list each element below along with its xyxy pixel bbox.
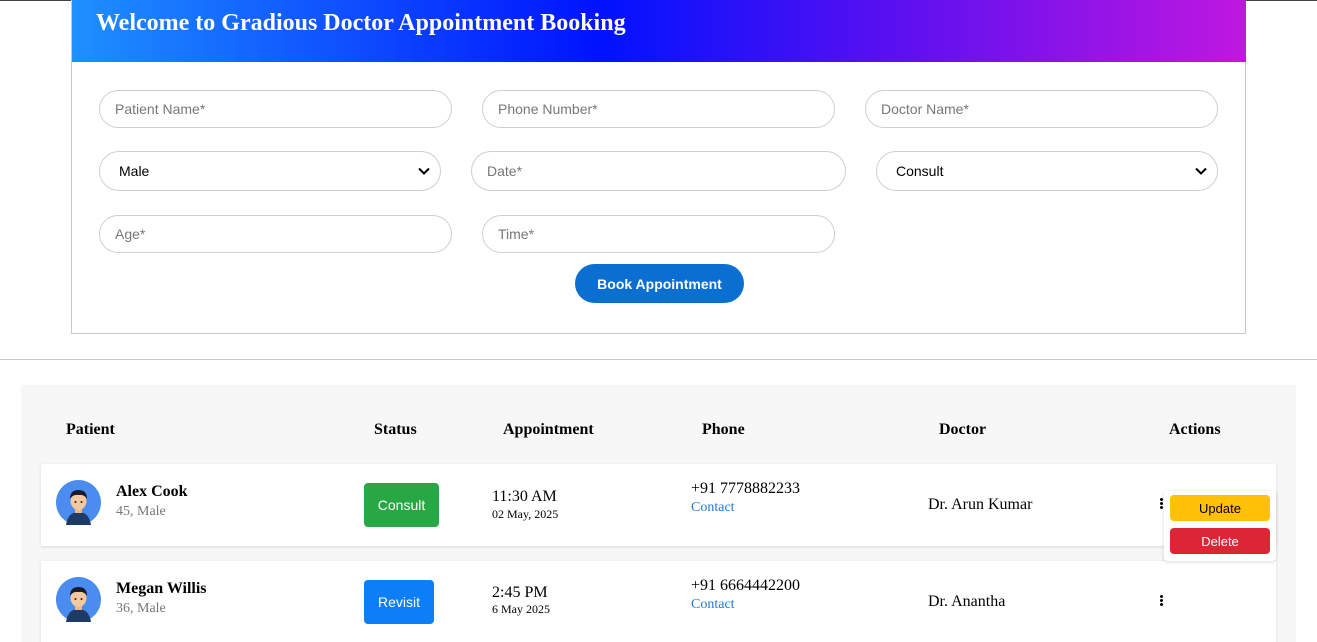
header-status: Status [374,421,417,438]
doctor-name: Dr. Anantha [928,593,1006,610]
user-avatar-icon [56,480,101,525]
appointments-table: Patient Status Appointment Phone Doctor … [21,385,1296,642]
actions-dropdown: Update Delete [1164,491,1276,561]
status-badge[interactable]: Revisit [364,580,434,624]
patient-meta: 36, Male [116,601,166,616]
gender-value: Male [119,163,150,179]
contact-link[interactable]: Contact [691,597,735,613]
delete-button[interactable]: Delete [1170,528,1270,554]
header-doctor: Doctor [939,421,987,438]
appointment-type-value: Consult [896,163,944,179]
date-input[interactable]: Date* [471,151,846,191]
contact-link[interactable]: Contact [691,500,735,516]
update-button[interactable]: Update [1170,495,1270,521]
chevron-down-icon [1195,167,1207,175]
book-appointment-button[interactable]: Book Appointment [575,264,744,303]
patient-name: Alex Cook [116,483,188,500]
appointment-time: 11:30 AM [492,488,557,505]
doctor-name: Dr. Arun Kumar [928,496,1033,513]
table-row: Megan Willis 36, Male Revisit 2:45 PM 6 … [41,561,1276,642]
patient-name: Megan Willis [116,580,207,597]
kebab-menu-icon[interactable] [1156,594,1166,608]
doctor-name-placeholder: Doctor Name* [881,101,969,117]
appointment-type-select[interactable]: Consult [876,151,1218,191]
section-divider [0,359,1317,360]
phone-number-input[interactable]: Phone Number* [482,90,835,128]
phone-number-placeholder: Phone Number* [498,101,598,117]
doctor-name-input[interactable]: Doctor Name* [865,90,1218,128]
patient-name-input[interactable]: Patient Name* [99,90,452,128]
phone-number: +91 6664442200 [691,577,801,594]
header-phone: Phone [702,421,745,438]
time-input[interactable]: Time* [482,215,835,253]
patient-meta: 45, Male [116,504,166,519]
appointment-time: 2:45 PM [492,584,548,601]
user-avatar-icon [56,577,101,622]
status-badge[interactable]: Consult [364,483,439,527]
chevron-down-icon [418,167,430,175]
header-actions: Actions [1169,421,1221,438]
gender-select[interactable]: Male [99,151,441,191]
header-patient: Patient [66,421,115,438]
date-placeholder: Date* [487,163,523,179]
age-input[interactable]: Age* [99,215,452,253]
patient-name-placeholder: Patient Name* [115,101,206,117]
header-appointment: Appointment [503,421,594,438]
form-header: Welcome to Gradious Doctor Appointment B… [72,0,1246,62]
appointment-date: 6 May 2025 [492,602,550,616]
booking-form: Welcome to Gradious Doctor Appointment B… [71,0,1246,334]
age-placeholder: Age* [115,226,146,242]
appointment-date: 02 May, 2025 [492,507,559,521]
time-placeholder: Time* [498,226,535,242]
page-title: Welcome to Gradious Doctor Appointment B… [96,10,626,36]
table-row: Alex Cook 45, Male Consult 11:30 AM 02 M… [41,464,1276,546]
phone-number: +91 7778882233 [691,480,801,497]
